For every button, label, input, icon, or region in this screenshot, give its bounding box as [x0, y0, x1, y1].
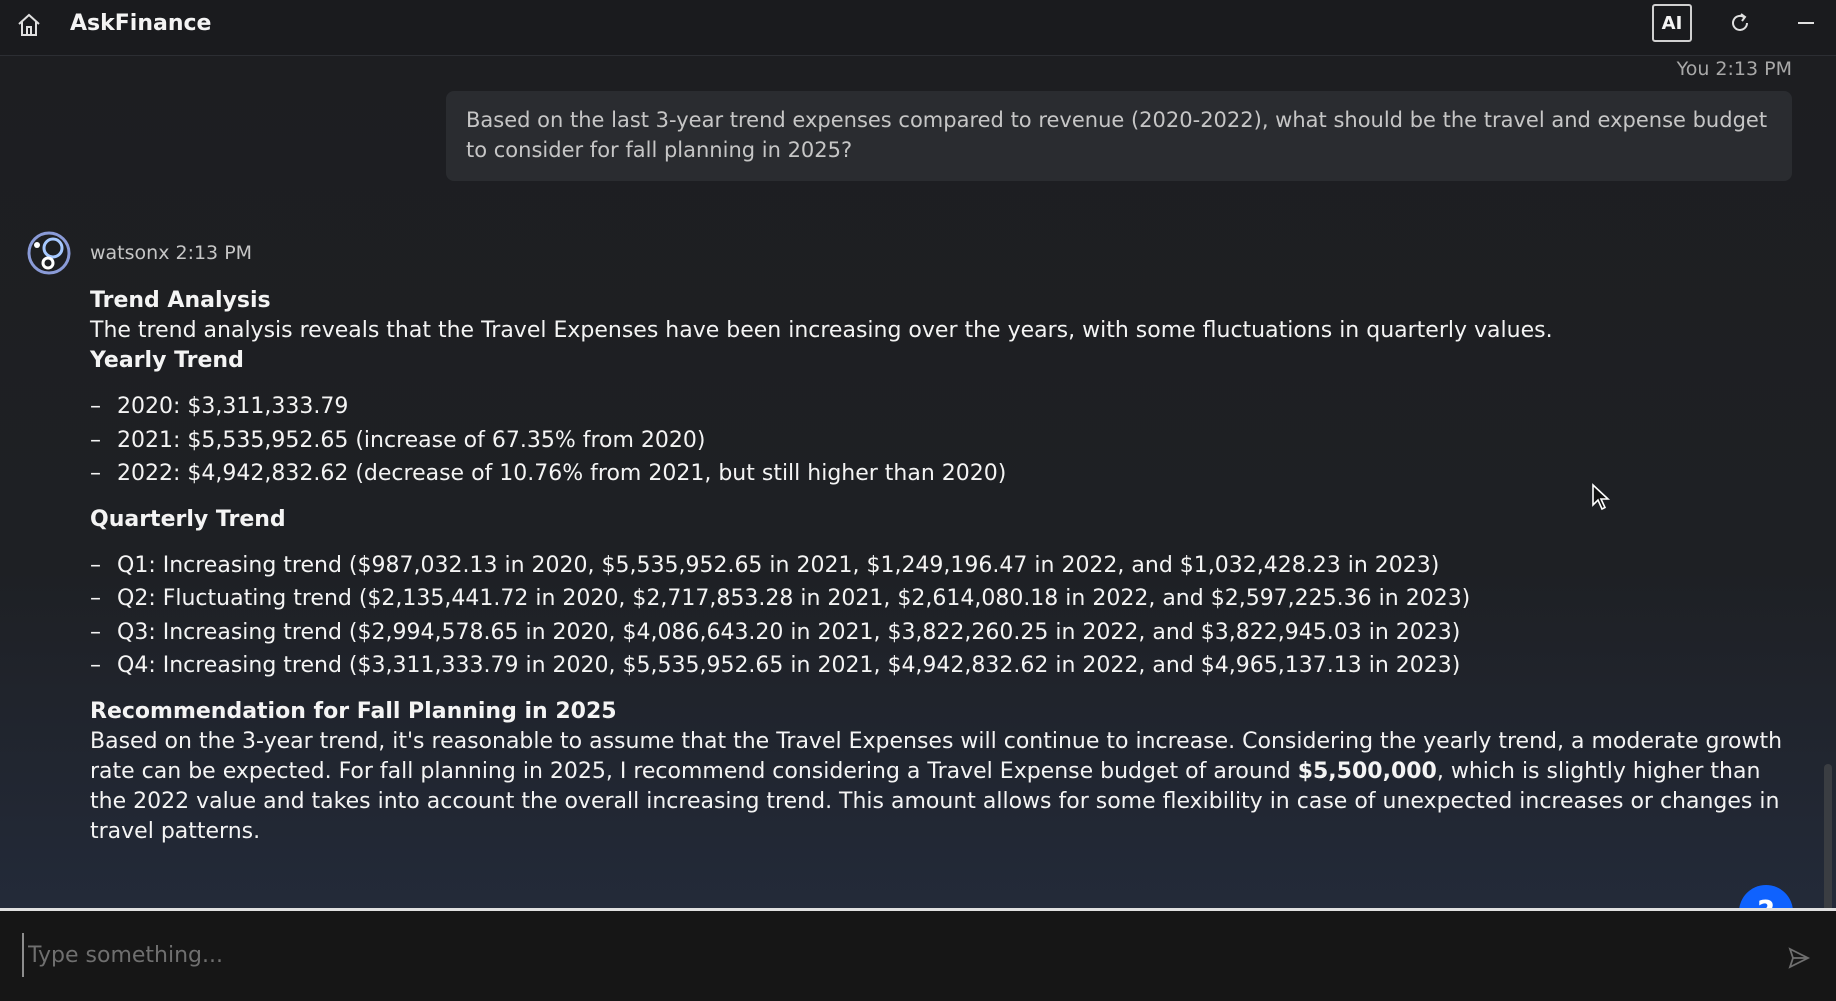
app-title: AskFinance	[70, 11, 212, 36]
list-item: Q1: Increasing trend ($987,032.13 in 202…	[90, 549, 1800, 583]
bot-message-meta: watsonx 2:13 PM	[90, 242, 253, 264]
recommended-budget: $5,500,000	[1297, 758, 1437, 784]
trend-analysis-heading: Trend Analysis	[90, 288, 271, 313]
recommendation-text: Based on the 3-year trend, it's reasonab…	[90, 727, 1800, 847]
list-item: Q4: Increasing trend ($3,311,333.79 in 2…	[90, 649, 1800, 683]
yearly-trend-list: 2020: $3,311,333.79 2021: $5,535,952.65 …	[90, 390, 1800, 491]
list-item: 2020: $3,311,333.79	[90, 390, 1800, 424]
message-input[interactable]	[22, 933, 1762, 977]
ai-badge[interactable]: AI	[1652, 4, 1692, 42]
recommendation-heading: Recommendation for Fall Planning in 2025	[90, 698, 617, 724]
chat-scrollbar[interactable]	[1824, 764, 1832, 908]
home-button[interactable]	[14, 10, 44, 40]
minimize-icon	[1798, 22, 1814, 24]
send-icon	[1788, 947, 1811, 969]
home-icon	[18, 13, 40, 36]
yearly-trend-heading: Yearly Trend	[90, 348, 244, 373]
bot-avatar-icon	[27, 231, 71, 275]
list-item: 2022: $4,942,832.62 (decrease of 10.76% …	[90, 457, 1800, 491]
trend-analysis-text: The trend analysis reveals that the Trav…	[90, 318, 1553, 343]
user-message-bubble: Based on the last 3-year trend expenses …	[446, 91, 1792, 181]
list-item: Q3: Increasing trend ($2,994,578.65 in 2…	[90, 616, 1800, 650]
quarterly-trend-heading: Quarterly Trend	[90, 506, 286, 532]
chat-area[interactable]: You 2:13 PM Based on the last 3-year tre…	[0, 56, 1836, 908]
send-button[interactable]	[1784, 943, 1814, 973]
input-bar	[0, 908, 1836, 1001]
minimize-button[interactable]	[1792, 9, 1820, 37]
list-item: Q2: Fluctuating trend ($2,135,441.72 in …	[90, 582, 1800, 616]
quarterly-trend-list: Q1: Increasing trend ($987,032.13 in 202…	[90, 549, 1800, 683]
help-button[interactable]: ?	[1739, 885, 1793, 908]
bot-message-body: Trend Analysis The trend analysis reveal…	[90, 286, 1800, 847]
app-header: AskFinance AI	[0, 0, 1836, 56]
refresh-icon	[1732, 13, 1748, 31]
bot-avatar	[26, 230, 72, 276]
app-window: AskFinance AI You 2:13 PM Based on the l…	[0, 0, 1836, 1001]
user-message-meta: You 2:13 PM	[1676, 58, 1792, 80]
mouse-cursor-icon	[1592, 483, 1611, 511]
list-item: 2021: $5,535,952.65 (increase of 67.35% …	[90, 424, 1800, 458]
refresh-button[interactable]	[1726, 9, 1754, 37]
